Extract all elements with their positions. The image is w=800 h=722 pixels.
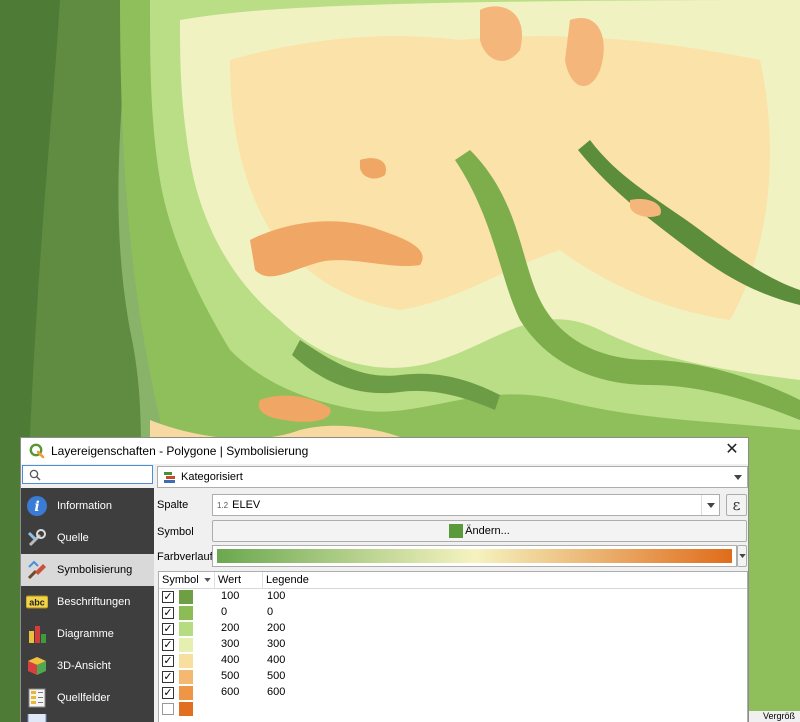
sidebar-item-label: Symbolisierung [57, 564, 133, 576]
numeric-field-icon: 1.2 [217, 500, 229, 510]
cube-3d-icon [25, 654, 49, 678]
close-icon[interactable]: ✕ [724, 442, 740, 458]
sidebar-item-label: 3D-Ansicht [57, 660, 111, 672]
chevron-down-icon [701, 495, 719, 515]
column-header-symbol[interactable]: Symbol [159, 572, 215, 589]
sidebar-item-source-fields[interactable]: Quellfelder [21, 682, 154, 714]
source-tools-icon [25, 526, 49, 550]
category-swatch[interactable] [179, 590, 193, 604]
dialog-title: Layereigenschaften - Polygone | Symbolis… [51, 444, 309, 458]
category-swatch[interactable] [179, 622, 193, 636]
sidebar-item-information[interactable]: i Information [21, 490, 154, 522]
sidebar-item-label: Beschriftungen [57, 596, 131, 608]
category-checkbox[interactable] [162, 703, 174, 715]
renderer-type-value: Kategorisiert [181, 471, 243, 483]
info-icon: i [25, 494, 49, 518]
category-value: 0 [221, 606, 228, 618]
category-value: 300 [221, 638, 240, 650]
table-row[interactable]: ✓ 500 500 [159, 669, 747, 685]
category-checkbox[interactable]: ✓ [162, 639, 174, 651]
category-swatch[interactable] [179, 686, 193, 700]
category-swatch[interactable] [179, 606, 193, 620]
category-swatch[interactable] [179, 702, 193, 716]
category-checkbox[interactable]: ✓ [162, 671, 174, 683]
category-value: 500 [221, 670, 240, 682]
qgis-logo-icon [29, 443, 45, 459]
table-row[interactable]: ✓ 600 600 [159, 685, 747, 701]
category-checkbox[interactable]: ✓ [162, 687, 174, 699]
expression-button[interactable]: ε [726, 494, 747, 516]
category-legend: 0 [267, 606, 274, 618]
status-bar-magnifier: Vergröß [749, 711, 800, 722]
symbol-swatch [449, 524, 464, 538]
category-value: 400 [221, 654, 240, 666]
table-row[interactable]: ✓ 100 100 [159, 589, 747, 605]
sidebar-item-symbology[interactable]: Symbolisierung [21, 554, 154, 586]
color-ramp-dropdown[interactable] [737, 545, 747, 567]
category-legend: 100 [267, 590, 286, 602]
column-header-value[interactable]: Wert [215, 572, 263, 589]
column-value: ELEV [232, 499, 261, 511]
sidebar-item-partial[interactable] [21, 714, 154, 722]
sidebar-item-labels[interactable]: abc Beschriftungen [21, 586, 154, 618]
status-text: Vergröß [763, 711, 796, 721]
sidebar: i Information Quelle Symbolisierung abc … [21, 488, 154, 722]
symbol-label: Symbol [157, 526, 194, 538]
color-ramp-label: Farbverlauf [157, 551, 213, 563]
search-icon [29, 469, 41, 480]
column-select[interactable]: 1.2 ELEV [212, 494, 720, 516]
change-symbol-button[interactable]: Ändern... [212, 520, 747, 542]
category-swatch[interactable] [179, 638, 193, 652]
sidebar-item-label: Quellfelder [57, 692, 111, 704]
sidebar-item-3d-view[interactable]: 3D-Ansicht [21, 650, 154, 682]
category-checkbox[interactable]: ✓ [162, 591, 174, 603]
category-checkbox[interactable]: ✓ [162, 607, 174, 619]
category-legend: 300 [267, 638, 286, 650]
fields-icon [25, 686, 49, 710]
sidebar-item-label: Diagramme [57, 628, 114, 640]
abc-labels-icon: abc [25, 590, 49, 614]
form-icon [25, 714, 49, 722]
search-input[interactable] [45, 467, 145, 482]
category-value: 200 [221, 622, 240, 634]
table-row[interactable]: ✓ 400 400 [159, 653, 747, 669]
column-label: Spalte [157, 499, 189, 511]
categories-table: Symbol Wert Legende ✓ 100 100 ✓ 0 0 ✓ 20… [158, 571, 748, 722]
svg-text:abc: abc [29, 598, 45, 608]
table-row[interactable]: ✓ 200 200 [159, 621, 747, 637]
svg-text:i: i [34, 499, 39, 515]
search-box [22, 465, 153, 484]
category-checkbox[interactable]: ✓ [162, 623, 174, 635]
color-ramp-preview [217, 549, 732, 563]
category-legend: 200 [267, 622, 286, 634]
paintbrush-icon [25, 558, 49, 582]
renderer-type-select[interactable]: Kategorisiert [157, 466, 748, 488]
diagram-icon [25, 622, 49, 646]
sidebar-item-source[interactable]: Quelle [21, 522, 154, 554]
category-value: 600 [221, 686, 240, 698]
column-header-legend[interactable]: Legende [263, 572, 747, 589]
category-checkbox[interactable]: ✓ [162, 655, 174, 667]
category-legend: 400 [267, 654, 286, 666]
category-swatch[interactable] [179, 670, 193, 684]
table-header: Symbol Wert Legende [159, 572, 747, 589]
table-row[interactable] [159, 701, 747, 717]
color-ramp-select[interactable] [212, 545, 737, 567]
change-symbol-label: Ändern... [465, 525, 510, 537]
sidebar-item-label: Information [57, 500, 113, 512]
dialog-titlebar[interactable]: Layereigenschaften - Polygone | Symbolis… [21, 438, 748, 464]
table-row[interactable]: ✓ 0 0 [159, 605, 747, 621]
chevron-down-icon [738, 554, 746, 558]
sidebar-item-diagrams[interactable]: Diagramme [21, 618, 154, 650]
category-legend: 600 [267, 686, 286, 698]
chevron-down-icon [729, 467, 747, 487]
table-row[interactable]: ✓ 300 300 [159, 637, 747, 653]
sort-arrow-icon [204, 578, 211, 582]
layer-properties-dialog: Layereigenschaften - Polygone | Symbolis… [20, 437, 749, 722]
category-swatch[interactable] [179, 654, 193, 668]
category-value: 100 [221, 590, 240, 602]
category-legend: 500 [267, 670, 286, 682]
sidebar-item-label: Quelle [57, 532, 89, 544]
categorized-renderer-icon [164, 471, 175, 483]
